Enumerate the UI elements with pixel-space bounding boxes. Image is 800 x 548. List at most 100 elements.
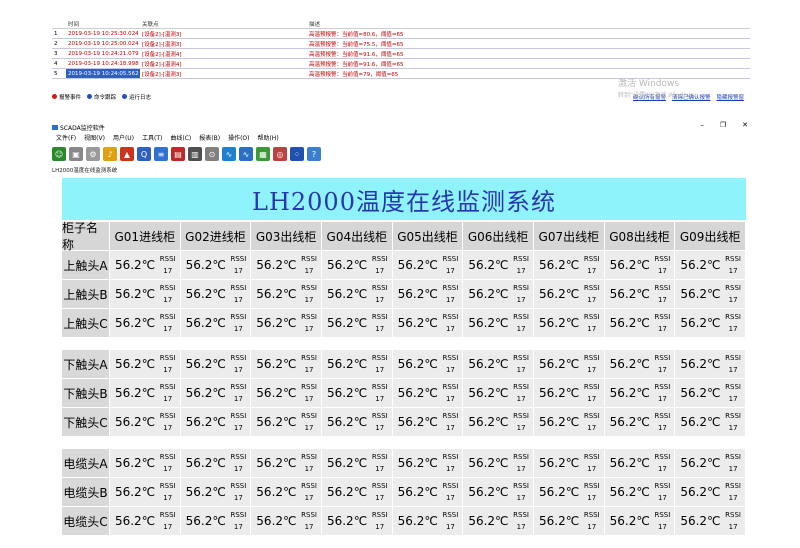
sensor-cell[interactable]: 56.2℃ RSSI 17 <box>604 309 676 337</box>
sensor-cell[interactable]: 56.2℃ RSSI 17 <box>109 507 181 535</box>
sensor-cell[interactable]: 56.2℃ RSSI 17 <box>463 408 534 436</box>
sensor-cell[interactable]: 56.2℃ RSSI 17 <box>321 350 393 378</box>
zoom-icon[interactable]: ⊙ <box>205 147 219 161</box>
network-icon[interactable]: ⁘ <box>290 147 304 161</box>
sensor-cell[interactable]: 56.2℃ RSSI 17 <box>251 379 322 407</box>
menu-item[interactable]: 文件(F) <box>56 133 76 143</box>
trend-icon[interactable]: ∿ <box>222 147 236 161</box>
menu-item[interactable]: 操作(O) <box>228 133 249 143</box>
sensor-cell[interactable]: 56.2℃ RSSI 17 <box>109 350 181 378</box>
sensor-cell[interactable]: 56.2℃ RSSI 17 <box>463 449 534 477</box>
gear-icon[interactable]: ⚙ <box>86 147 100 161</box>
alarm-row[interactable]: 3 2019-03-19 10:24:21.079 [设备2]-[温测4] 高温预报警… <box>52 48 750 59</box>
search-icon[interactable]: Q <box>137 147 151 161</box>
sensor-cell[interactable]: 56.2℃ RSSI 17 <box>675 280 746 308</box>
globe-icon[interactable]: ◎ <box>273 147 287 161</box>
menu-item[interactable]: 工具(T) <box>142 133 162 143</box>
sensor-cell[interactable]: 56.2℃ RSSI 17 <box>251 478 322 506</box>
report-icon[interactable]: ▥ <box>188 147 202 161</box>
sensor-cell[interactable]: 56.2℃ RSSI 17 <box>251 350 322 378</box>
menu-item[interactable]: 视图(V) <box>84 133 105 143</box>
alarm-tab[interactable]: 报警事件 <box>52 93 81 101</box>
sensor-cell[interactable]: 56.2℃ RSSI 17 <box>675 251 746 279</box>
alarm-tab[interactable]: 命令跟踪 <box>87 93 116 101</box>
sensor-cell[interactable]: 56.2℃ RSSI 17 <box>463 280 534 308</box>
sensor-cell[interactable]: 56.2℃ RSSI 17 <box>109 478 181 506</box>
sensor-cell[interactable]: 56.2℃ RSSI 17 <box>533 449 605 477</box>
sensor-cell[interactable]: 56.2℃ RSSI 17 <box>321 449 393 477</box>
sensor-cell[interactable]: 56.2℃ RSSI 17 <box>109 379 181 407</box>
sensor-cell[interactable]: 56.2℃ RSSI 17 <box>675 408 746 436</box>
col-time[interactable]: 时间 <box>66 20 140 29</box>
sensor-cell[interactable]: 56.2℃ RSSI 17 <box>321 408 393 436</box>
sensor-cell[interactable]: 56.2℃ RSSI 17 <box>533 350 605 378</box>
sensor-cell[interactable]: 56.2℃ RSSI 17 <box>109 309 181 337</box>
sensor-cell[interactable]: 56.2℃ RSSI 17 <box>251 280 322 308</box>
sensor-cell[interactable]: 56.2℃ RSSI 17 <box>463 251 534 279</box>
bell-icon[interactable]: ♪ <box>103 147 117 161</box>
sensor-cell[interactable]: 56.2℃ RSSI 17 <box>675 478 746 506</box>
alarm-icon[interactable]: ▲ <box>120 147 134 161</box>
sensor-cell[interactable]: 56.2℃ RSSI 17 <box>604 350 676 378</box>
sensor-cell[interactable]: 56.2℃ RSSI 17 <box>392 507 464 535</box>
sensor-cell[interactable]: 56.2℃ RSSI 17 <box>392 478 464 506</box>
sensor-cell[interactable]: 56.2℃ RSSI 17 <box>251 408 322 436</box>
sensor-cell[interactable]: 56.2℃ RSSI 17 <box>392 251 464 279</box>
user-icon[interactable]: ☺ <box>52 147 66 161</box>
list-icon[interactable]: ≡ <box>154 147 168 161</box>
sensor-cell[interactable]: 56.2℃ RSSI 17 <box>109 408 181 436</box>
maximize-icon[interactable]: ❐ <box>720 121 726 129</box>
close-icon[interactable]: ✕ <box>742 121 748 129</box>
sensor-cell[interactable]: 56.2℃ RSSI 17 <box>251 507 322 535</box>
sensor-cell[interactable]: 56.2℃ RSSI 17 <box>675 309 746 337</box>
menu-item[interactable]: 帮助(H) <box>257 133 278 143</box>
sensor-cell[interactable]: 56.2℃ RSSI 17 <box>463 478 534 506</box>
alarm-tab[interactable]: 运行日志 <box>122 93 151 101</box>
alarm-link[interactable]: 隐藏报警窗 <box>716 93 744 101</box>
sensor-cell[interactable]: 56.2℃ RSSI 17 <box>180 379 252 407</box>
sensor-cell[interactable]: 56.2℃ RSSI 17 <box>321 379 393 407</box>
sensor-cell[interactable]: 56.2℃ RSSI 17 <box>533 280 605 308</box>
sensor-cell[interactable]: 56.2℃ RSSI 17 <box>392 350 464 378</box>
sensor-cell[interactable]: 56.2℃ RSSI 17 <box>463 507 534 535</box>
sensor-cell[interactable]: 56.2℃ RSSI 17 <box>533 408 605 436</box>
sensor-cell[interactable]: 56.2℃ RSSI 17 <box>321 478 393 506</box>
sensor-cell[interactable]: 56.2℃ RSSI 17 <box>109 449 181 477</box>
sensor-cell[interactable]: 56.2℃ RSSI 17 <box>392 449 464 477</box>
sensor-cell[interactable]: 56.2℃ RSSI 17 <box>604 478 676 506</box>
minimize-icon[interactable]: – <box>700 121 704 129</box>
sensor-cell[interactable]: 56.2℃ RSSI 17 <box>392 408 464 436</box>
sensor-cell[interactable]: 56.2℃ RSSI 17 <box>180 280 252 308</box>
sensor-cell[interactable]: 56.2℃ RSSI 17 <box>675 379 746 407</box>
sensor-cell[interactable]: 56.2℃ RSSI 17 <box>604 251 676 279</box>
col-desc[interactable]: 描述 <box>307 20 750 29</box>
sensor-cell[interactable]: 56.2℃ RSSI 17 <box>180 309 252 337</box>
lock-icon[interactable]: ▣ <box>69 147 83 161</box>
sensor-cell[interactable]: 56.2℃ RSSI 17 <box>675 350 746 378</box>
sensor-cell[interactable]: 56.2℃ RSSI 17 <box>251 309 322 337</box>
alarm-row[interactable]: 2 2019-03-19 10:25:00.024 [设备2]-[温测3] 高温预报警… <box>52 38 750 49</box>
sensor-cell[interactable]: 56.2℃ RSSI 17 <box>533 379 605 407</box>
sensor-cell[interactable]: 56.2℃ RSSI 17 <box>675 449 746 477</box>
sensor-cell[interactable]: 56.2℃ RSSI 17 <box>675 507 746 535</box>
sensor-cell[interactable]: 56.2℃ RSSI 17 <box>321 507 393 535</box>
sensor-cell[interactable]: 56.2℃ RSSI 17 <box>604 280 676 308</box>
sensor-cell[interactable]: 56.2℃ RSSI 17 <box>463 309 534 337</box>
sensor-cell[interactable]: 56.2℃ RSSI 17 <box>251 449 322 477</box>
sensor-cell[interactable]: 56.2℃ RSSI 17 <box>392 309 464 337</box>
sensor-cell[interactable]: 56.2℃ RSSI 17 <box>604 408 676 436</box>
help-icon[interactable]: ? <box>307 147 321 161</box>
sensor-cell[interactable]: 56.2℃ RSSI 17 <box>180 507 252 535</box>
monitor-icon[interactable]: ▦ <box>256 147 270 161</box>
sensor-cell[interactable]: 56.2℃ RSSI 17 <box>604 507 676 535</box>
sensor-cell[interactable]: 56.2℃ RSSI 17 <box>463 379 534 407</box>
sensor-cell[interactable]: 56.2℃ RSSI 17 <box>392 379 464 407</box>
sensor-cell[interactable]: 56.2℃ RSSI 17 <box>180 350 252 378</box>
sensor-cell[interactable]: 56.2℃ RSSI 17 <box>321 280 393 308</box>
sensor-cell[interactable]: 56.2℃ RSSI 17 <box>392 280 464 308</box>
sensor-cell[interactable]: 56.2℃ RSSI 17 <box>604 449 676 477</box>
sensor-cell[interactable]: 56.2℃ RSSI 17 <box>604 379 676 407</box>
sensor-cell[interactable]: 56.2℃ RSSI 17 <box>180 251 252 279</box>
database-icon[interactable]: ▤ <box>171 147 185 161</box>
sensor-cell[interactable]: 56.2℃ RSSI 17 <box>180 408 252 436</box>
